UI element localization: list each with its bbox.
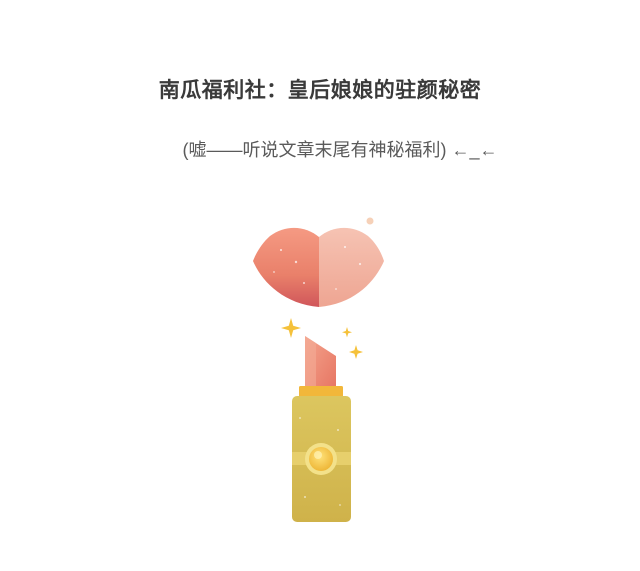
sparkle-icon [281,318,301,338]
page: 南瓜福利社：皇后娘娘的驻颜秘密 (嘘——听说文章末尾有神秘福利) ←_← [0,0,640,571]
lips-icon [253,227,384,307]
lipstick-icon [292,336,351,522]
sparkle-icon [349,345,363,359]
dot-icon [366,217,374,225]
lipstick-illustration [253,217,384,522]
sparkle-icon [342,327,352,338]
